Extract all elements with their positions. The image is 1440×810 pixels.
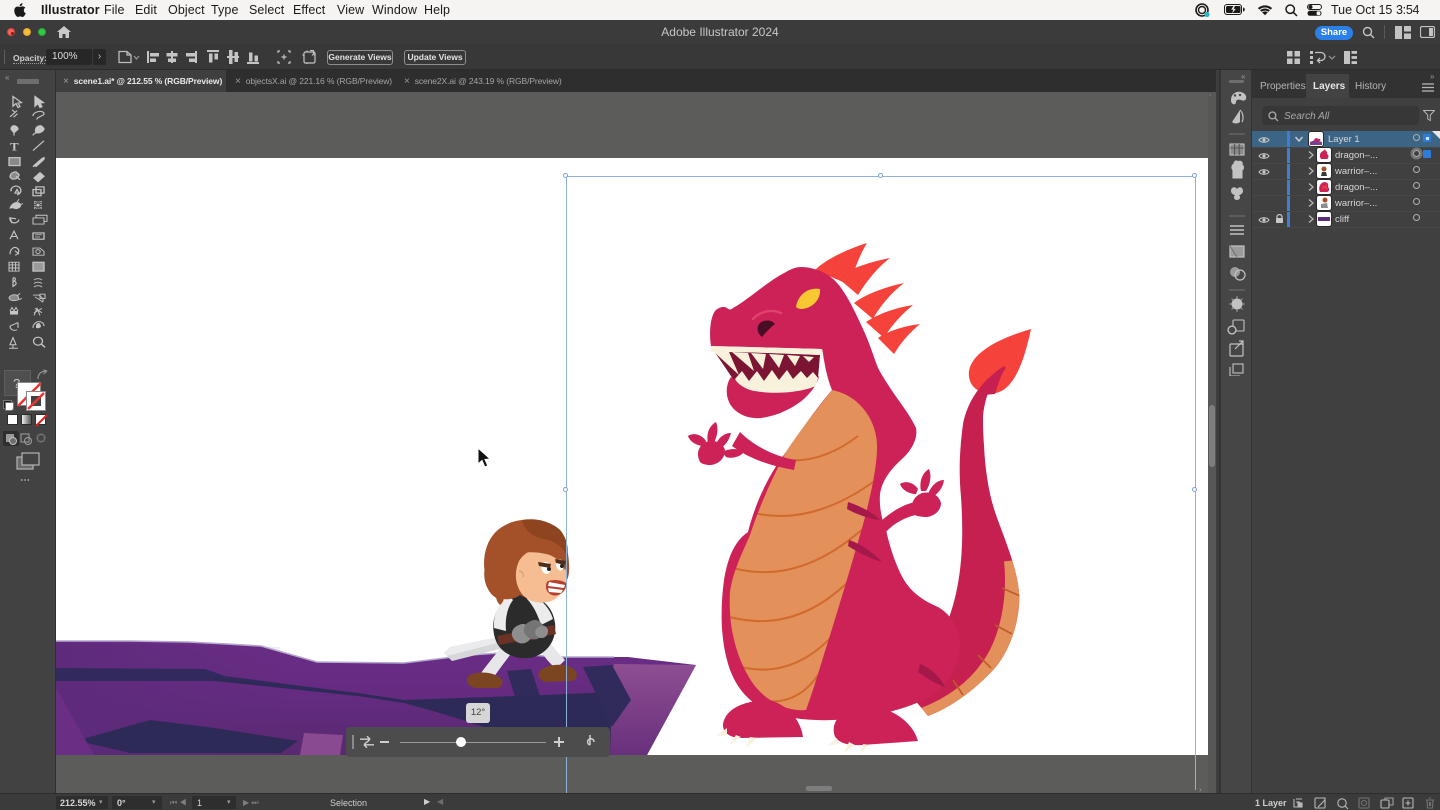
svg-text:T: T [10,140,19,153]
